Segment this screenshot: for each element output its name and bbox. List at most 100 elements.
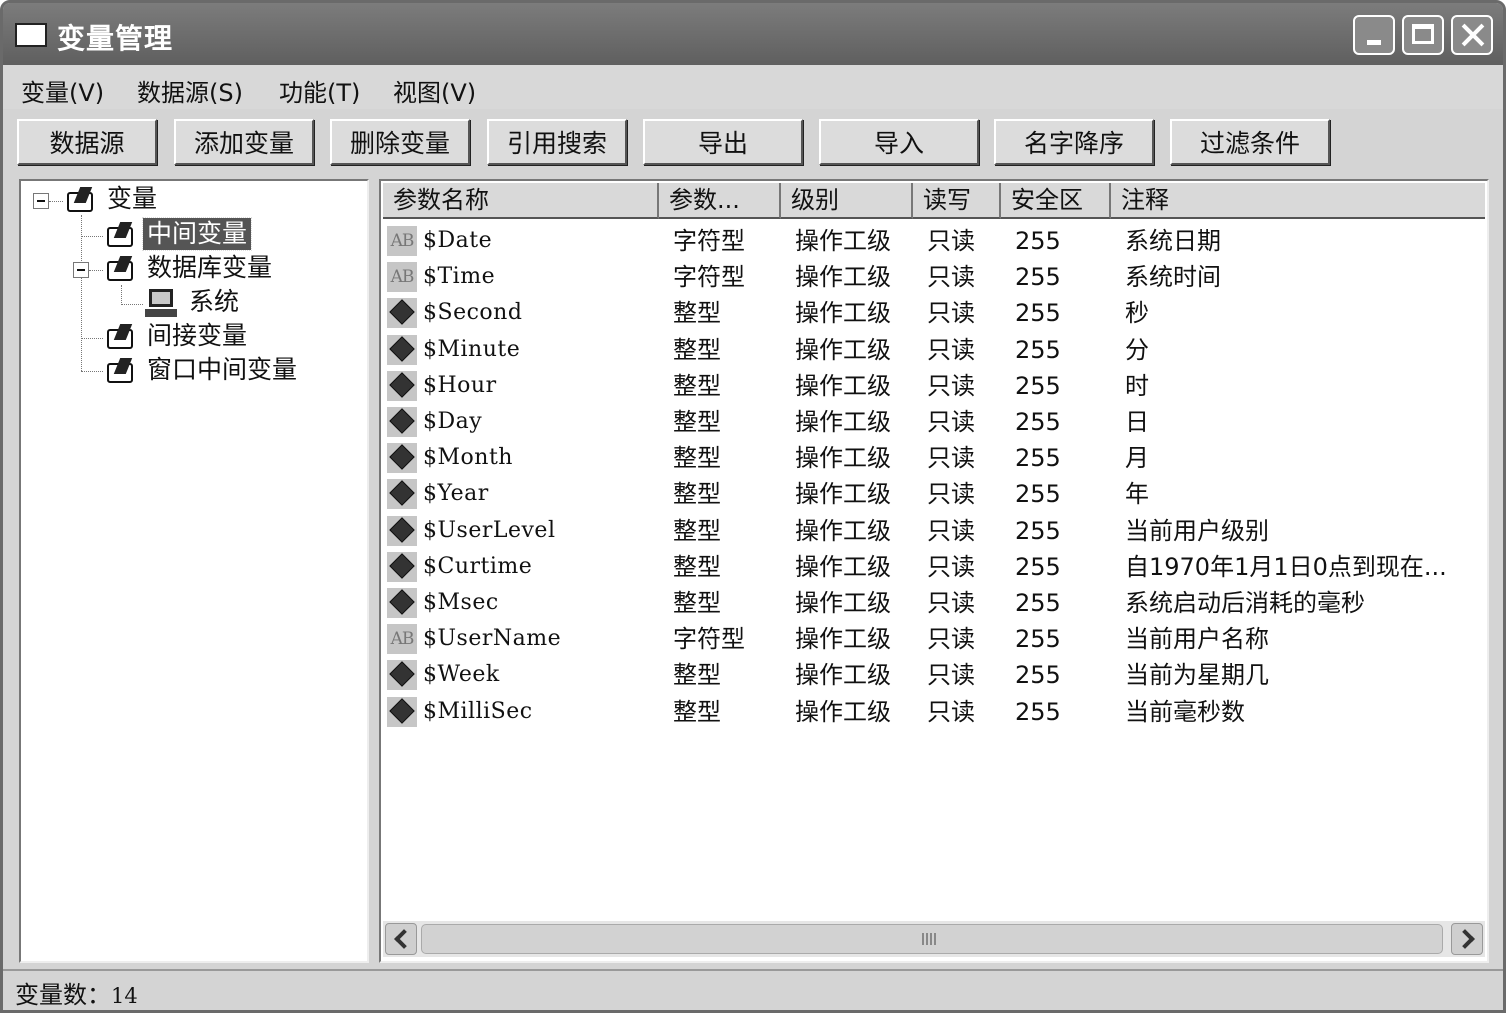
cell-note: 当前毫秒数 xyxy=(1125,697,1245,726)
add-variable-button[interactable]: 添加变量 xyxy=(174,119,314,165)
cell-note: 系统日期 xyxy=(1125,227,1221,255)
cell-name: $Hour xyxy=(423,372,497,398)
folder-icon xyxy=(105,358,135,384)
table-row[interactable]: AB $Date 字符型 操作工级 只读 255 系统日期 xyxy=(381,223,1487,259)
diamond-shape xyxy=(389,372,415,398)
column-header-note[interactable]: 注释 xyxy=(1111,183,1485,219)
cell-security-zone: 255 xyxy=(1015,480,1061,509)
variable-tree[interactable]: 变量 中间变量 数据库变量 系统 间接变量 窗口中间变量 xyxy=(19,179,369,963)
integer-type-icon xyxy=(387,588,417,618)
folder-icon xyxy=(105,222,135,248)
cell-security-zone: 255 xyxy=(1015,227,1061,255)
text-type-icon: AB xyxy=(387,262,417,293)
filter-conditions-button[interactable]: 过滤条件 xyxy=(1170,119,1330,165)
menu-view[interactable]: 视图(V) xyxy=(393,73,476,108)
sort-name-desc-button[interactable]: 名字降序 xyxy=(994,119,1154,165)
cell-level: 操作工级 xyxy=(795,625,891,654)
window-icon xyxy=(15,23,47,47)
scroll-left-arrow-icon[interactable] xyxy=(385,923,417,955)
cell-type: 整型 xyxy=(673,589,721,617)
tree-root-variables[interactable]: 变量 xyxy=(103,183,161,215)
maximize-button[interactable] xyxy=(1402,15,1444,55)
column-header-name[interactable]: 参数名称 xyxy=(383,183,659,219)
cell-level: 操作工级 xyxy=(795,371,891,400)
cell-note: 当前用户名称 xyxy=(1125,625,1269,654)
collapse-database-toggle[interactable] xyxy=(73,262,89,278)
integer-type-icon xyxy=(387,298,417,329)
table-row[interactable]: $MilliSec 整型 操作工级 只读 255 当前毫秒数 xyxy=(381,694,1487,730)
menu-datasource[interactable]: 数据源(S) xyxy=(137,73,243,108)
table-row[interactable]: $UserLevel 整型 操作工级 只读 255 当前用户级别 xyxy=(381,513,1487,549)
collapse-root-toggle[interactable] xyxy=(33,193,49,209)
integer-type-icon xyxy=(387,551,417,582)
horizontal-scrollbar[interactable] xyxy=(383,921,1485,957)
datasource-button[interactable]: 数据源 xyxy=(17,119,157,165)
menu-function[interactable]: 功能(T) xyxy=(279,73,360,108)
cell-name: $Month xyxy=(423,445,513,471)
cell-name: $MilliSec xyxy=(423,698,533,724)
minimize-button[interactable] xyxy=(1353,15,1395,55)
table-row[interactable]: $Hour 整型 操作工级 只读 255 时 xyxy=(381,368,1487,404)
cell-type: 整型 xyxy=(673,444,721,473)
table-row[interactable]: $Msec 整型 操作工级 只读 255 系统启动后消耗的毫秒 xyxy=(381,585,1487,621)
table-row[interactable]: $Day 整型 操作工级 只读 255 日 xyxy=(381,404,1487,440)
cell-note: 日 xyxy=(1125,408,1149,436)
folder-icon xyxy=(65,187,95,213)
column-header-level[interactable]: 级别 xyxy=(781,183,913,219)
cell-note: 年 xyxy=(1125,480,1149,509)
grip-icon xyxy=(922,933,938,945)
cell-name: $Week xyxy=(423,662,500,688)
table-row[interactable]: AB $UserName 字符型 操作工级 只读 255 当前用户名称 xyxy=(381,621,1487,657)
variable-count-label: 变量数： xyxy=(15,981,111,1009)
cell-type: 整型 xyxy=(673,661,721,690)
cell-type: 字符型 xyxy=(673,263,745,292)
table-row[interactable]: $Year 整型 操作工级 只读 255 年 xyxy=(381,476,1487,512)
reference-search-button[interactable]: 引用搜索 xyxy=(487,119,627,165)
table-row[interactable]: AB $Time 字符型 操作工级 只读 255 系统时间 xyxy=(381,259,1487,295)
column-header-type[interactable]: 参数... xyxy=(659,183,781,219)
column-header-read-write[interactable]: 读写 xyxy=(913,183,1001,219)
scroll-thumb[interactable] xyxy=(421,924,1443,954)
table-row[interactable]: $Week 整型 操作工级 只读 255 当前为星期几 xyxy=(381,657,1487,693)
cell-read-write: 只读 xyxy=(927,299,975,328)
column-header-security-zone[interactable]: 安全区 xyxy=(1001,183,1111,219)
tree-item-database-variables[interactable]: 数据库变量 xyxy=(143,252,276,284)
cell-name: $Date xyxy=(423,228,493,253)
cell-type: 整型 xyxy=(673,335,721,364)
cell-type: 整型 xyxy=(673,299,721,328)
tree-item-indirect-variables[interactable]: 间接变量 xyxy=(143,320,251,352)
cell-type: 整型 xyxy=(673,697,721,726)
import-button[interactable]: 导入 xyxy=(819,119,979,165)
cell-level: 操作工级 xyxy=(795,697,891,726)
scroll-right-arrow-icon[interactable] xyxy=(1451,923,1483,955)
delete-variable-button[interactable]: 删除变量 xyxy=(330,119,470,165)
cell-note: 系统启动后消耗的毫秒 xyxy=(1125,589,1365,617)
cell-note: 月 xyxy=(1125,444,1149,473)
cell-name: $Year xyxy=(423,481,489,507)
diamond-shape xyxy=(389,480,415,507)
table-row[interactable]: $Month 整型 操作工级 只读 255 月 xyxy=(381,440,1487,476)
cell-type: 整型 xyxy=(673,516,721,545)
close-button[interactable] xyxy=(1451,15,1493,55)
variable-list: 参数名称 参数... 级别 读写 安全区 注释 AB $Date 字符型操作工级 只读… xyxy=(379,179,1489,963)
cell-note: 系统时间 xyxy=(1125,263,1221,292)
tree-item-intermediate-variables[interactable]: 中间变量 xyxy=(141,217,253,251)
tree-item-system[interactable]: 系统 xyxy=(185,286,243,318)
export-button[interactable]: 导出 xyxy=(643,119,803,165)
cell-name: $UserLevel xyxy=(423,517,556,543)
tree-item-window-intermediate-variables[interactable]: 窗口中间变量 xyxy=(143,354,301,386)
table-row[interactable]: $Curtime 整型 操作工级 只读 255 自1970年1月1日0点到现在... xyxy=(381,549,1487,585)
integer-type-icon xyxy=(387,334,417,365)
title-bar[interactable]: 变量管理 xyxy=(3,3,1503,65)
tree-guide xyxy=(81,215,82,371)
cell-security-zone: 255 xyxy=(1015,299,1061,328)
diamond-shape xyxy=(389,661,415,688)
table-row[interactable]: $Minute 整型 操作工级 只读 255 分 xyxy=(381,332,1487,368)
cell-name: $Day xyxy=(423,409,483,434)
variable-manager-window: 变量管理 变量(V) 数据源(S) 功能(T) 视图(V) 数据源 添加变量 删… xyxy=(0,0,1506,1013)
table-row[interactable]: $Second 整型 操作工级 只读 255 秒 xyxy=(381,295,1487,331)
integer-type-icon xyxy=(387,696,417,727)
integer-type-icon xyxy=(387,370,417,401)
menu-variable[interactable]: 变量(V) xyxy=(21,73,104,108)
cell-security-zone: 255 xyxy=(1015,552,1061,581)
